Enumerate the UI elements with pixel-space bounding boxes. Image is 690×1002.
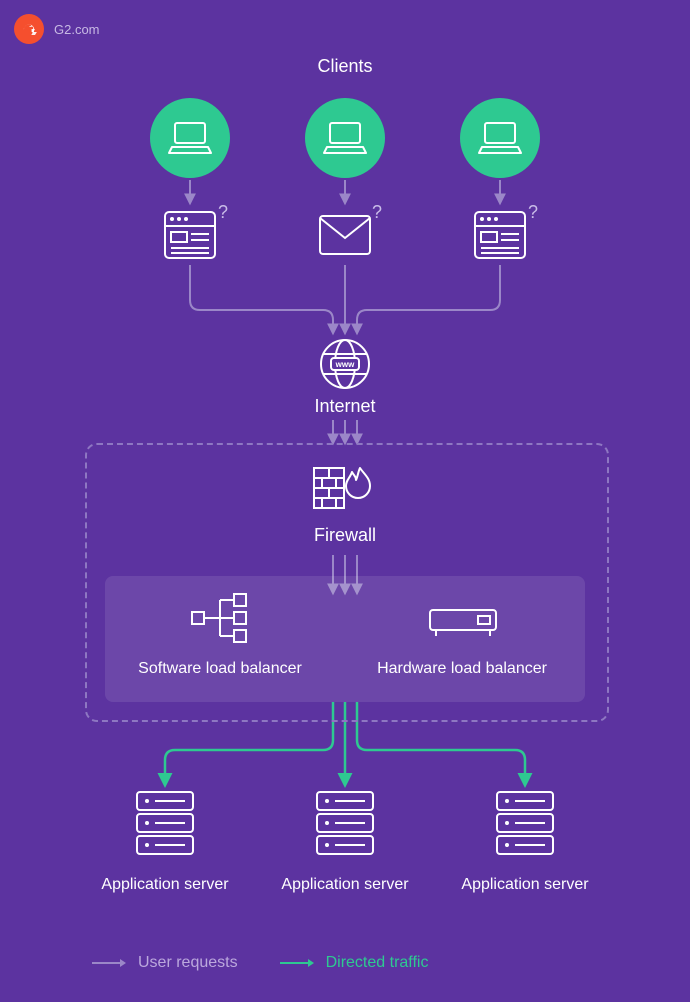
app-server-label: Application server — [245, 876, 445, 894]
legend-user-requests: User requests — [90, 954, 238, 972]
app-server-label: Application server — [425, 876, 625, 894]
question-mark-icon: ? — [218, 202, 228, 223]
hardware-load-balancer-icon — [428, 608, 498, 638]
software-lb-label: Software load balancer — [120, 660, 320, 678]
client-laptop-icon — [150, 98, 230, 178]
browser-window-icon — [163, 210, 217, 260]
load-balancer-box — [105, 576, 585, 702]
legend: User requests Directed traffic — [90, 954, 428, 972]
server-rack-icon — [495, 790, 555, 856]
legend-text: User requests — [138, 954, 238, 972]
firewall-label: Firewall — [245, 525, 445, 546]
software-load-balancer-icon — [190, 590, 250, 646]
client-laptop-icon — [305, 98, 385, 178]
firewall-icon — [312, 462, 378, 512]
legend-directed-traffic: Directed traffic — [278, 954, 429, 972]
globe-www-icon: www — [317, 336, 373, 392]
internet-label: Internet — [245, 396, 445, 417]
clients-title: Clients — [245, 56, 445, 77]
envelope-icon — [318, 214, 372, 256]
app-server-label: Application server — [65, 876, 265, 894]
www-text: www — [335, 360, 355, 369]
arrow-icon — [278, 957, 314, 969]
server-rack-icon — [135, 790, 195, 856]
legend-text: Directed traffic — [326, 954, 429, 972]
hardware-lb-label: Hardware load balancer — [362, 660, 562, 678]
question-mark-icon: ? — [372, 202, 382, 223]
client-laptop-icon — [460, 98, 540, 178]
question-mark-icon: ? — [528, 202, 538, 223]
browser-window-icon — [473, 210, 527, 260]
arrow-icon — [90, 957, 126, 969]
server-rack-icon — [315, 790, 375, 856]
